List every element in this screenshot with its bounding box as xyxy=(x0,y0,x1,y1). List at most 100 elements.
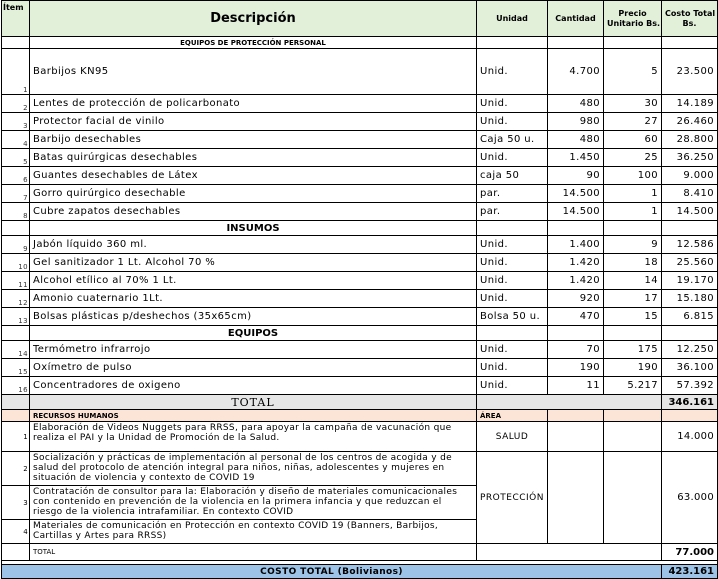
section-title: INSUMOS xyxy=(29,220,477,236)
table-row: 11 Alcohol etílico al 70% 1 Lt. Unid. 1.420… xyxy=(1,271,718,290)
section-title: EQUIPOS xyxy=(29,325,477,341)
header-item: Ítem xyxy=(1,0,30,37)
row-unit: Unid. xyxy=(476,94,548,113)
row-number: 7 xyxy=(1,184,30,203)
row-unit: Unid. xyxy=(476,271,548,290)
table-header: Ítem Descripción Unidad Cantidad Precio U… xyxy=(1,0,718,37)
row-unit-price: 175 xyxy=(603,340,662,359)
row-description: Gorro quirúrgico desechable xyxy=(29,184,477,203)
row-total-cost: 12.250 xyxy=(661,340,718,359)
row-number: 8 xyxy=(1,202,30,221)
row-total-cost: 25.560 xyxy=(661,253,718,272)
row-quantity: 4.700 xyxy=(547,48,604,95)
row-quantity: 1.420 xyxy=(547,253,604,272)
rrhh-desc: Elaboración de Videos Nuggets para RRSS,… xyxy=(29,421,477,452)
table-row: 15 Oxímetro de pulso Unid. 190 190 36.100 xyxy=(1,358,718,377)
table-row: 4 Barbijo desechables Caja 50 u. 480 60 28.80… xyxy=(1,130,718,149)
row-total-cost: 12.586 xyxy=(661,235,718,254)
equipos-rows: 14 Termómetro infrarrojo Unid. 70 175 12.250 1… xyxy=(1,340,718,395)
row-quantity: 70 xyxy=(547,340,604,359)
section-epp: EQUIPOS DE PROTECCIÓN PERSONAL xyxy=(1,36,718,49)
rrhh-header: RECURSOS HUMANOS ÁREA xyxy=(1,409,718,422)
row-total-cost: 36.250 xyxy=(661,148,718,167)
row-unit-price: 5 xyxy=(603,48,662,95)
total-label: TOTAL xyxy=(29,394,477,410)
rrhh-area-header: ÁREA xyxy=(476,409,548,422)
row-description: Barbijos KN95 xyxy=(29,48,477,95)
row-number: 4 xyxy=(1,130,30,149)
budget-table: Ítem Descripción Unidad Cantidad Precio U… xyxy=(1,0,718,579)
row-unit-price: 25 xyxy=(603,148,662,167)
row-unit-price: 15 xyxy=(603,307,662,326)
table-row: 13 Bolsas plásticas p/deshechos (35x65cm)… xyxy=(1,307,718,326)
grand-total-label: COSTO TOTAL (Bolivianos) xyxy=(1,564,662,579)
insumos-rows: 9 Jabón líquido 360 ml. Unid. 1.400 9 12.586 1… xyxy=(1,235,718,326)
table-row: 1 Barbijos KN95 Unid. 4.700 5 23.500 xyxy=(1,48,718,95)
row-number: 12 xyxy=(1,289,30,308)
row-unit: par. xyxy=(476,184,548,203)
row-description: Jabón líquido 360 ml. xyxy=(29,235,477,254)
header-descripcion: Descripción xyxy=(29,0,477,37)
row-description: Bolsas plásticas p/deshechos (35x65cm) xyxy=(29,307,477,326)
row-unit-price: 1 xyxy=(603,202,662,221)
row-unit-price: 9 xyxy=(603,235,662,254)
row-total-cost: 8.410 xyxy=(661,184,718,203)
row-unit-price: 1 xyxy=(603,184,662,203)
section-insumos: INSUMOS xyxy=(1,220,718,236)
row-total-cost: 57.392 xyxy=(661,376,718,395)
rrhh-desc: Materiales de comunicación en Protección… xyxy=(29,519,477,544)
row-description: Gel sanitizador 1 Lt. Alcohol 70 % xyxy=(29,253,477,272)
row-number: 11 xyxy=(1,271,30,290)
grand-total-value: 423.161 xyxy=(661,564,718,579)
row-total-cost: 14.500 xyxy=(661,202,718,221)
row-unit: Caja 50 u. xyxy=(476,130,548,149)
table-row: 14 Termómetro infrarrojo Unid. 70 175 12.250 xyxy=(1,340,718,359)
row-unit: Unid. xyxy=(476,358,548,377)
row-quantity: 11 xyxy=(547,376,604,395)
row-quantity: 470 xyxy=(547,307,604,326)
row-total-cost: 14.189 xyxy=(661,94,718,113)
row-description: Lentes de protección de policarbonato xyxy=(29,94,477,113)
row-total-cost: 36.100 xyxy=(661,358,718,377)
row-total-cost: 28.800 xyxy=(661,130,718,149)
row-description: Termómetro infrarrojo xyxy=(29,340,477,359)
row-unit-price: 100 xyxy=(603,166,662,185)
row-quantity: 14.500 xyxy=(547,184,604,203)
row-number: 6 xyxy=(1,166,30,185)
row-description: Batas quirúrgicas desechables xyxy=(29,148,477,167)
row-unit-price: 18 xyxy=(603,253,662,272)
header-costo-total: Costo Total Bs. xyxy=(661,0,718,37)
row-unit: Unid. xyxy=(476,148,548,167)
table-row: 8 Cubre zapatos desechables par. 14.500 1 14.… xyxy=(1,202,718,221)
row-unit: Unid. xyxy=(476,235,548,254)
rrhh-row: 2 Socialización y prácticas de implement… xyxy=(1,451,718,544)
row-total-cost: 9.000 xyxy=(661,166,718,185)
row-unit-price: 5.217 xyxy=(603,376,662,395)
row-quantity: 1.450 xyxy=(547,148,604,167)
row-number: 2 xyxy=(1,451,30,486)
row-total-cost: 26.460 xyxy=(661,112,718,131)
row-number: 9 xyxy=(1,235,30,254)
total-label: TOTAL xyxy=(29,543,477,561)
section-title: EQUIPOS DE PROTECCIÓN PERSONAL xyxy=(29,36,477,49)
row-quantity: 1.400 xyxy=(547,235,604,254)
row-quantity: 90 xyxy=(547,166,604,185)
row-unit: Bolsa 50 u. xyxy=(476,307,548,326)
row-description: Alcohol etílico al 70% 1 Lt. xyxy=(29,271,477,290)
row-number: 1 xyxy=(1,48,30,95)
rrhh-row: 1 Elaboración de Videos Nuggets para RRS… xyxy=(1,421,718,452)
total-row-materials: TOTAL 346.161 xyxy=(1,394,718,410)
header-precio: Precio Unitario Bs. xyxy=(603,0,662,37)
row-quantity: 480 xyxy=(547,94,604,113)
row-total-cost: 23.500 xyxy=(661,48,718,95)
total-row-rrhh: TOTAL 77.000 xyxy=(1,543,718,561)
row-total-cost: 6.815 xyxy=(661,307,718,326)
row-quantity: 480 xyxy=(547,130,604,149)
row-quantity: 14.500 xyxy=(547,202,604,221)
row-unit: Unid. xyxy=(476,48,548,95)
row-quantity: 980 xyxy=(547,112,604,131)
row-number: 3 xyxy=(1,485,30,520)
table-row: 12 Amonio cuaternario 1Lt. Unid. 920 17 15.18… xyxy=(1,289,718,308)
row-quantity: 920 xyxy=(547,289,604,308)
row-total-cost: 19.170 xyxy=(661,271,718,290)
